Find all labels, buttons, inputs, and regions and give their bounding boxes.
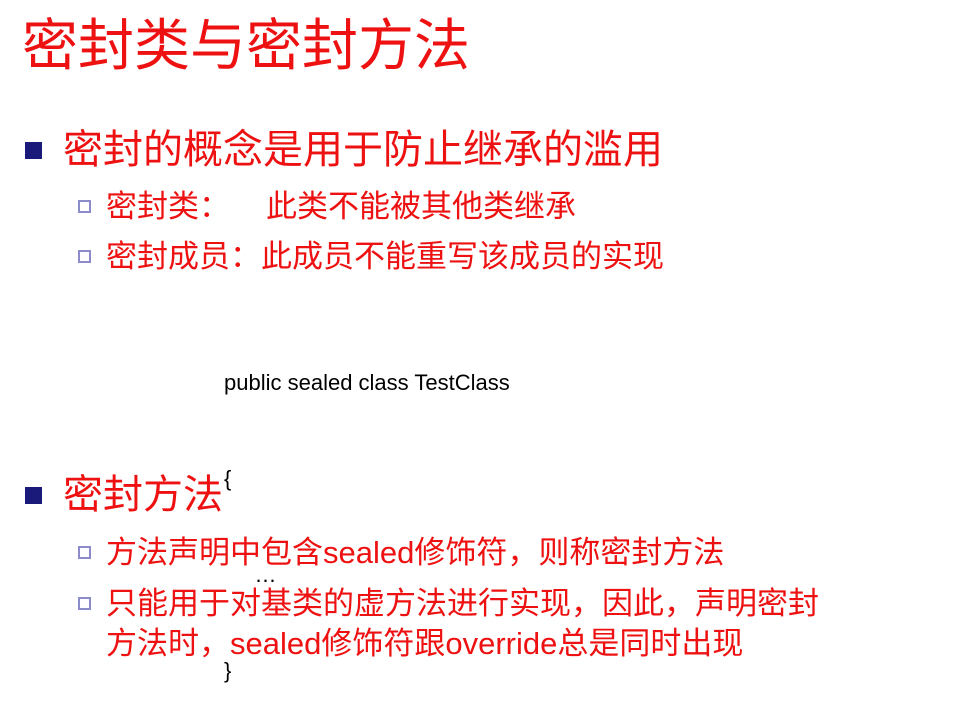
sealed-member-item: 密封成员：此成员不能重写该成员的实现 <box>78 237 664 277</box>
filled-square-bullet-icon <box>25 486 42 504</box>
slide-title: 密封类与密封方法 <box>22 14 470 79</box>
section-1-bullet: 密封的概念是用于防止继承的滥用 <box>25 124 663 176</box>
override-keyword: override <box>445 626 558 661</box>
sealed-method-definition-item: 方法声明中包含sealed修饰符，则称密封方法 <box>78 533 724 573</box>
code-line: { <box>224 466 232 491</box>
code-line: public sealed class TestClass <box>224 370 510 395</box>
hollow-square-bullet-icon <box>78 200 91 213</box>
slide: { "slide": { "title": "密封类与密封方法", "color… <box>0 0 968 683</box>
hollow-square-bullet-icon <box>78 597 91 610</box>
filled-square-bullet-icon <box>25 141 42 159</box>
definition-text-start: 方法声明中包含 <box>106 535 323 571</box>
sealed-member-label: 密封成员： <box>106 239 261 275</box>
sealed-class-item: 密封类： 此类不能被其他类继承 <box>78 187 576 227</box>
usage-text-line-1: 只能用于对基类的虚方法进行实现，因此，声明密封 <box>106 586 819 622</box>
sealed-method-usage-item: 只能用于对基类的虚方法进行实现，因此，声明密封 方法时，sealed修饰符跟ov… <box>78 584 819 664</box>
section-2-heading: 密封方法 <box>63 472 223 518</box>
sealed-member-description: 此成员不能重写该成员的实现 <box>261 239 664 275</box>
usage-text-suffix: 总是同时出现 <box>557 626 744 662</box>
usage-text-middle: 修饰符跟 <box>321 626 446 662</box>
definition-text-end: 修饰符，则称密封方法 <box>414 535 725 571</box>
sealed-keyword: sealed <box>230 626 322 661</box>
section-1-heading: 密封的概念是用于防止继承的滥用 <box>63 127 663 173</box>
usage-text-prefix: 方法时， <box>106 626 230 662</box>
sealed-class-description: 此类不能被其他类继承 <box>266 189 576 225</box>
hollow-square-bullet-icon <box>78 546 91 559</box>
sealed-keyword: sealed <box>323 535 415 570</box>
hollow-square-bullet-icon <box>78 250 91 263</box>
section-2-bullet: 密封方法 <box>25 469 223 521</box>
sealed-class-label: 密封类： <box>106 189 230 225</box>
